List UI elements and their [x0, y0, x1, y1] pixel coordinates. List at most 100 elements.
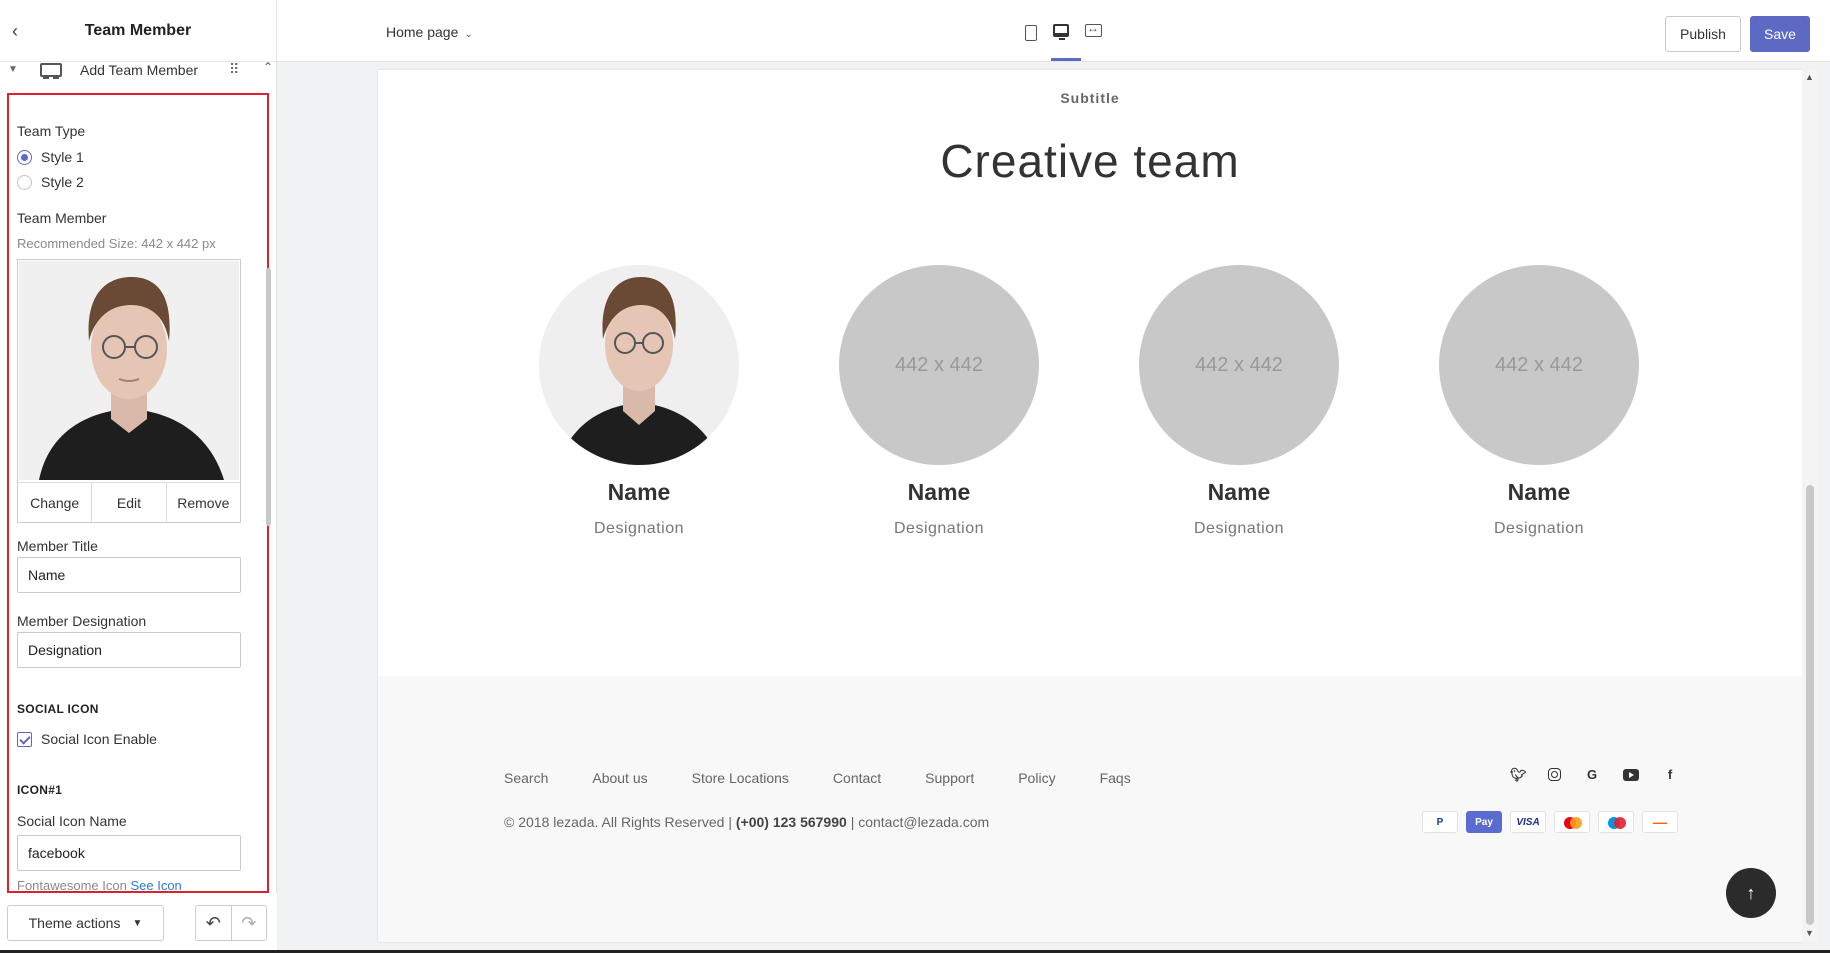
image-buttons: Change Edit Remove [18, 482, 240, 522]
section-subtitle: Subtitle [1060, 90, 1120, 106]
facebook-icon[interactable]: f [1663, 768, 1677, 782]
social-links: 🐦︎ G f [1510, 768, 1677, 782]
member-name: Name [907, 479, 971, 505]
member-designation: Designation [894, 520, 984, 537]
google-icon[interactable]: G [1585, 768, 1599, 782]
placeholder-size-text: 442 x 442 [1195, 353, 1283, 376]
back-to-top-button[interactable]: ↑ [1726, 868, 1776, 918]
portrait-illustration [19, 261, 239, 480]
discover-icon: — [1642, 811, 1678, 833]
settings-panel: Team Type Style 1 Style 2 Team Member Re… [7, 93, 269, 893]
radio-style-1-label: Style 1 [41, 149, 84, 165]
mobile-view-icon[interactable] [1025, 25, 1037, 41]
youtube-icon[interactable] [1623, 769, 1639, 781]
device-toggle [1025, 21, 1102, 41]
fullwidth-view-icon[interactable] [1085, 21, 1102, 37]
desktop-view-icon[interactable] [1053, 24, 1069, 40]
theme-actions-label: Theme actions [28, 915, 121, 931]
visa-icon: VISA [1510, 811, 1546, 833]
sidebar-header: ‹ Team Member [0, 0, 276, 62]
checkbox-checked-icon[interactable] [17, 732, 32, 748]
member-designation: Designation [594, 520, 684, 537]
footer-link-stores[interactable]: Store Locations [692, 770, 789, 786]
instagram-icon[interactable] [1548, 768, 1561, 781]
back-arrow-icon[interactable]: ‹ [12, 22, 30, 40]
social-icon-heading: SOCIAL ICON [17, 702, 99, 716]
undo-redo-group: ↶ ↷ [195, 905, 267, 941]
footer-link-support[interactable]: Support [925, 770, 974, 786]
publish-button[interactable]: Publish [1665, 16, 1741, 52]
radio-unselected-icon[interactable] [17, 174, 32, 190]
footer-link-contact[interactable]: Contact [833, 770, 881, 786]
topbar: Home page ⌄ Publish Save [277, 0, 1830, 62]
portrait-illustration [539, 265, 739, 465]
radio-selected-icon[interactable] [17, 149, 32, 165]
footer-link-policy[interactable]: Policy [1018, 770, 1055, 786]
team-member-card: 442 x 442 Name Designation [1139, 265, 1339, 538]
copyright: © 2018 lezada. All Rights Reserved | (+0… [504, 814, 989, 830]
footer-link-search[interactable]: Search [504, 770, 548, 786]
undo-icon[interactable]: ↶ [196, 906, 231, 940]
change-image-button[interactable]: Change [18, 483, 93, 522]
team-member-label: Team Member [17, 210, 107, 226]
member-designation-label: Member Designation [17, 613, 147, 629]
page-selector[interactable]: Home page ⌄ [386, 24, 473, 40]
member-designation: Designation [1494, 520, 1584, 537]
radio-style-2-label: Style 2 [41, 174, 84, 190]
store-footer: Search About us Store Locations Contact … [378, 676, 1802, 942]
team-member-card: Name Designation [539, 265, 739, 538]
fontawesome-note: Fontawesome Icon See Icon [17, 878, 182, 893]
payment-methods: P Pay VISA — [1422, 811, 1678, 833]
arrow-up-icon: ↑ [1746, 882, 1756, 903]
mastercard-icon [1554, 811, 1590, 833]
member-designation-input[interactable] [17, 632, 241, 668]
block-label: Add Team Member [80, 62, 199, 78]
footer-link-about[interactable]: About us [592, 770, 647, 786]
member-title-input[interactable] [17, 557, 241, 593]
social-icon-enable-label: Social Icon Enable [41, 731, 157, 747]
scroll-up-arrow-icon[interactable]: ▲ [1805, 72, 1814, 82]
section-title: Creative team [940, 135, 1240, 187]
active-view-indicator [1051, 58, 1081, 61]
icon-1-heading: ICON#1 [17, 783, 63, 797]
scroll-down-arrow-icon[interactable]: ▼ [1805, 928, 1814, 938]
preview-scrollbar[interactable]: ▲ ▼ [1802, 70, 1818, 942]
block-row[interactable]: ▼ Add Team Member ⠿ ⌃ [0, 60, 277, 80]
team-member-card: 442 x 442 Name Designation [839, 265, 1039, 538]
image-picker: Change Edit Remove [17, 259, 241, 523]
edit-image-button[interactable]: Edit [92, 483, 167, 522]
sidebar-scrollbar[interactable] [266, 268, 271, 526]
collapse-caret-icon[interactable]: ▼ [8, 64, 18, 75]
radio-style-2[interactable]: Style 2 [17, 170, 84, 194]
team-member-card: 442 x 442 Name Designation [1439, 265, 1639, 538]
member-designation: Designation [1194, 520, 1284, 537]
social-icon-name-input[interactable] [17, 835, 241, 871]
team-type-label: Team Type [17, 123, 86, 139]
member-name: Name [607, 479, 671, 505]
preview-scroll-thumb[interactable] [1806, 485, 1814, 925]
remove-image-button[interactable]: Remove [167, 483, 240, 522]
maestro-icon [1598, 811, 1634, 833]
member-photo-thumbnail[interactable] [19, 261, 239, 480]
caret-down-icon: ▼ [132, 917, 143, 929]
save-button[interactable]: Save [1750, 16, 1810, 52]
placeholder-size-text: 442 x 442 [1495, 353, 1583, 376]
see-icon-link[interactable]: See Icon [130, 878, 181, 891]
radio-style-1[interactable]: Style 1 [17, 145, 84, 169]
member-photo-placeholder: 442 x 442 [1439, 265, 1639, 465]
paypal-icon: P [1422, 811, 1458, 833]
redo-icon[interactable]: ↷ [230, 906, 267, 940]
theme-actions-button[interactable]: Theme actions ▼ [7, 905, 164, 941]
fontawesome-text: Fontawesome Icon [17, 878, 127, 893]
sidebar-footer: Theme actions ▼ ↶ ↷ [0, 893, 277, 953]
twitter-icon[interactable]: 🐦︎ [1510, 768, 1527, 782]
contact-email: | contact@lezada.com [850, 814, 990, 830]
footer-link-faqs[interactable]: Faqs [1100, 770, 1131, 786]
drag-handle-icon[interactable]: ⠿ [229, 61, 239, 78]
chevron-up-icon[interactable]: ⌃ [263, 60, 273, 74]
phone-number: (+00) 123 567990 [735, 814, 847, 830]
store-preview: Subtitle Creative team Name Designation [378, 70, 1802, 942]
social-icon-enable-row[interactable]: Social Icon Enable [17, 731, 157, 749]
member-photo-placeholder: 442 x 442 [839, 265, 1039, 465]
member-photo-placeholder: 442 x 442 [1139, 265, 1339, 465]
